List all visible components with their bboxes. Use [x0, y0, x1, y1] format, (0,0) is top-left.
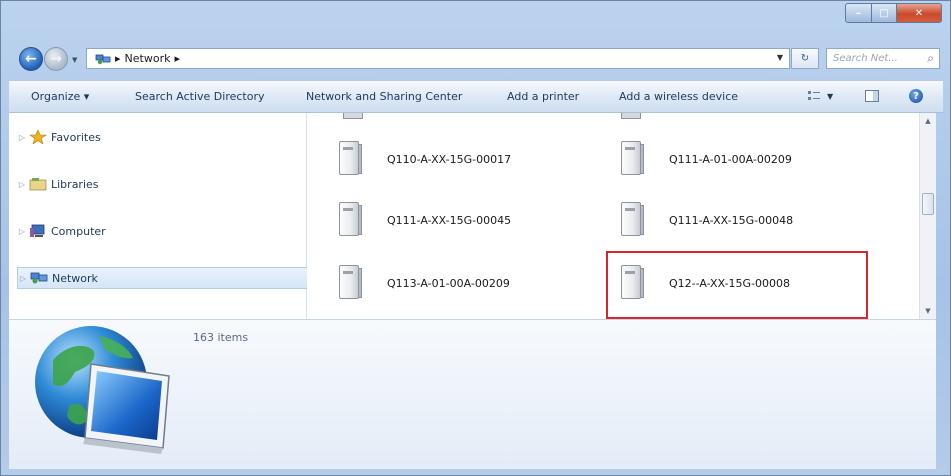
server-icon — [619, 202, 645, 238]
list-item[interactable]: Q111-A-XX-15G-00045 — [337, 202, 511, 238]
help-icon[interactable]: ? — [909, 89, 923, 103]
sidebar-item-label: Network — [52, 271, 98, 285]
sidebar-item-computer[interactable]: ▷ Computer — [9, 220, 305, 242]
expand-arrow-icon[interactable]: ▷ — [9, 180, 25, 189]
close-button[interactable]: ✕ — [897, 3, 942, 23]
network-icon — [30, 271, 48, 285]
network-sharing-center-button[interactable]: Network and Sharing Center — [306, 90, 462, 103]
libraries-icon — [29, 177, 47, 191]
maximize-button[interactable]: □ — [872, 3, 897, 23]
list-item-label: Q113-A-01-00A-00209 — [387, 276, 510, 290]
back-arrow-icon[interactable]: ← — [19, 47, 43, 71]
server-icon — [337, 265, 363, 301]
add-wireless-device-button[interactable]: Add a wireless device — [619, 90, 738, 103]
refresh-icon[interactable]: ↻ — [791, 48, 819, 69]
star-icon — [29, 129, 47, 145]
search-placeholder: Search Net... — [833, 53, 898, 64]
magnifier-icon[interactable]: ⌕ — [927, 51, 934, 66]
network-globe-icon — [29, 320, 189, 470]
list-item[interactable]: Q111-A-01-00A-00209 — [619, 141, 792, 177]
explorer-window: – □ ✕ ← → ▼ ▸ Network ▸ ▼ ↻ Search Net..… — [0, 0, 951, 476]
expand-arrow-icon[interactable]: ▷ — [18, 274, 26, 283]
server-icon — [337, 202, 363, 238]
breadcrumb-network[interactable]: Network — [125, 52, 171, 65]
expand-arrow-icon[interactable]: ▷ — [9, 133, 25, 142]
search-active-directory-button[interactable]: Search Active Directory — [135, 90, 265, 103]
list-item-label: Q111-A-XX-15G-00048 — [669, 213, 794, 227]
scroll-down-arrow-icon[interactable]: ▼ — [920, 303, 936, 319]
item-count: 163 items — [193, 331, 249, 344]
list-item-label: Q111-A-XX-15G-00045 — [387, 213, 512, 227]
vertical-scrollbar[interactable]: ▲ ▼ — [919, 113, 936, 319]
highlight-box — [606, 251, 868, 319]
change-view-icon[interactable] — [807, 90, 821, 102]
sidebar-item-libraries[interactable]: ▷ Libraries — [9, 173, 305, 195]
sidebar-item-label: Favorites — [51, 130, 101, 144]
server-icon — [621, 113, 641, 119]
scrollbar-thumb[interactable] — [922, 193, 934, 215]
expand-arrow-icon[interactable]: ▷ — [9, 227, 25, 236]
minimize-button[interactable]: – — [845, 3, 872, 23]
preview-pane-icon[interactable] — [865, 90, 879, 102]
scroll-up-arrow-icon[interactable]: ▲ — [920, 113, 936, 129]
navigation-pane: ▷ Favorites ▷ Libraries ▷ Computer ▷ Net… — [9, 113, 309, 319]
computer-icon — [29, 224, 47, 238]
caption-buttons: – □ ✕ — [845, 3, 942, 23]
server-icon — [619, 141, 645, 177]
sidebar-item-network[interactable]: ▷ Network — [17, 267, 309, 289]
sidebar-item-label: Computer — [51, 224, 106, 238]
breadcrumb-separator[interactable]: ▸ — [115, 52, 121, 65]
details-pane: 163 items — [9, 319, 936, 469]
add-printer-button[interactable]: Add a printer — [507, 90, 579, 103]
network-icon — [95, 53, 111, 65]
address-bar[interactable]: ▸ Network ▸ ▼ — [86, 48, 790, 69]
command-bar: Organize ▾ Search Active Directory Netwo… — [9, 80, 943, 113]
server-icon — [337, 141, 363, 177]
list-item[interactable]: Q110-A-XX-15G-00017 — [337, 141, 511, 177]
list-item[interactable]: Q113-A-01-00A-00209 — [337, 265, 510, 301]
list-item-label: Q110-A-XX-15G-00017 — [387, 152, 512, 166]
sidebar-item-label: Libraries — [51, 177, 99, 191]
address-dropdown-icon[interactable]: ▼ — [777, 53, 783, 62]
breadcrumb-separator[interactable]: ▸ — [174, 52, 180, 65]
search-input[interactable]: Search Net... ⌕ — [826, 48, 940, 69]
server-icon — [343, 113, 363, 119]
view-dropdown-icon[interactable]: ▼ — [827, 92, 833, 101]
forward-arrow-icon[interactable]: → — [44, 47, 68, 71]
sidebar-item-favorites[interactable]: ▷ Favorites — [9, 126, 305, 148]
recent-pages-dropdown-icon[interactable]: ▼ — [72, 56, 77, 64]
organize-button[interactable]: Organize ▾ — [31, 90, 89, 103]
list-item[interactable]: Q111-A-XX-15G-00048 — [619, 202, 793, 238]
list-item-label: Q111-A-01-00A-00209 — [669, 152, 792, 166]
